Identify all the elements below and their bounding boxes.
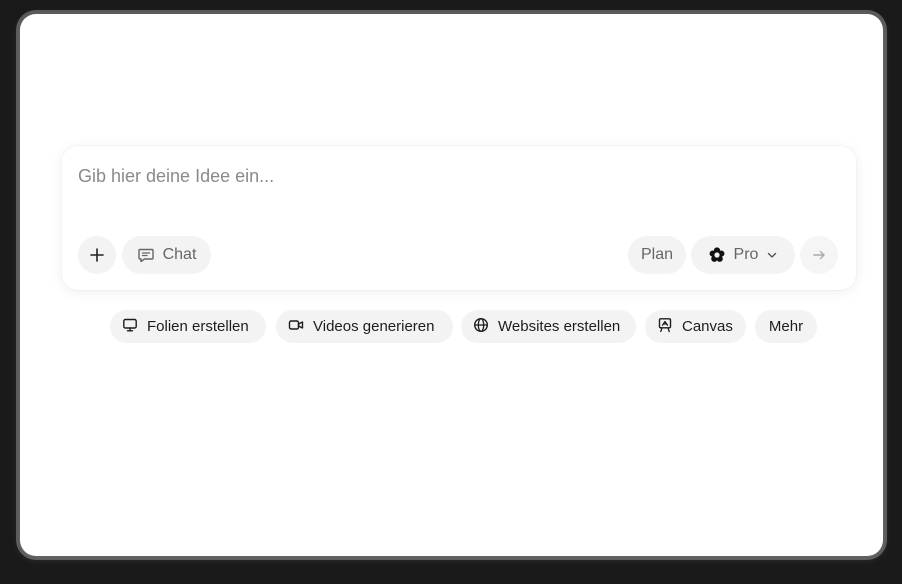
- presentation-icon: [122, 317, 138, 337]
- suggestion-mehr[interactable]: Mehr: [755, 310, 817, 343]
- send-button[interactable]: [800, 236, 838, 274]
- flower-logo-icon: [708, 246, 726, 264]
- chat-bubble-icon: [137, 246, 155, 264]
- model-label: Pro: [733, 246, 759, 263]
- suggestion-folien-erstellen[interactable]: Folien erstellen: [110, 310, 266, 343]
- suggestion-videos-generieren[interactable]: Videos generieren: [276, 310, 453, 343]
- suggestion-label: Folien erstellen: [147, 318, 249, 335]
- suggestion-label: Mehr: [768, 318, 804, 335]
- chevron-down-icon: [766, 249, 778, 261]
- add-button[interactable]: [78, 236, 116, 274]
- plan-button[interactable]: Plan: [628, 236, 686, 274]
- suggestion-label: Videos generieren: [313, 318, 435, 335]
- suggestion-websites-erstellen[interactable]: Websites erstellen: [461, 310, 636, 343]
- app-window: Chat Plan Pro: [20, 14, 883, 556]
- chat-mode-button[interactable]: Chat: [122, 236, 211, 274]
- chat-mode-label: Chat: [162, 246, 197, 263]
- plus-icon: [90, 248, 104, 262]
- suggestion-label: Canvas: [682, 318, 733, 335]
- model-selector[interactable]: Pro: [691, 236, 795, 274]
- globe-icon: [473, 317, 489, 337]
- suggestion-label: Websites erstellen: [498, 318, 621, 335]
- prompt-composer: Chat Plan Pro: [62, 146, 856, 290]
- arrow-right-icon: [812, 248, 826, 262]
- plan-label: Plan: [640, 246, 674, 263]
- suggestion-canvas[interactable]: Canvas: [645, 310, 746, 343]
- canvas-easel-icon: [657, 317, 673, 337]
- video-camera-icon: [288, 317, 304, 337]
- prompt-input[interactable]: [78, 162, 838, 190]
